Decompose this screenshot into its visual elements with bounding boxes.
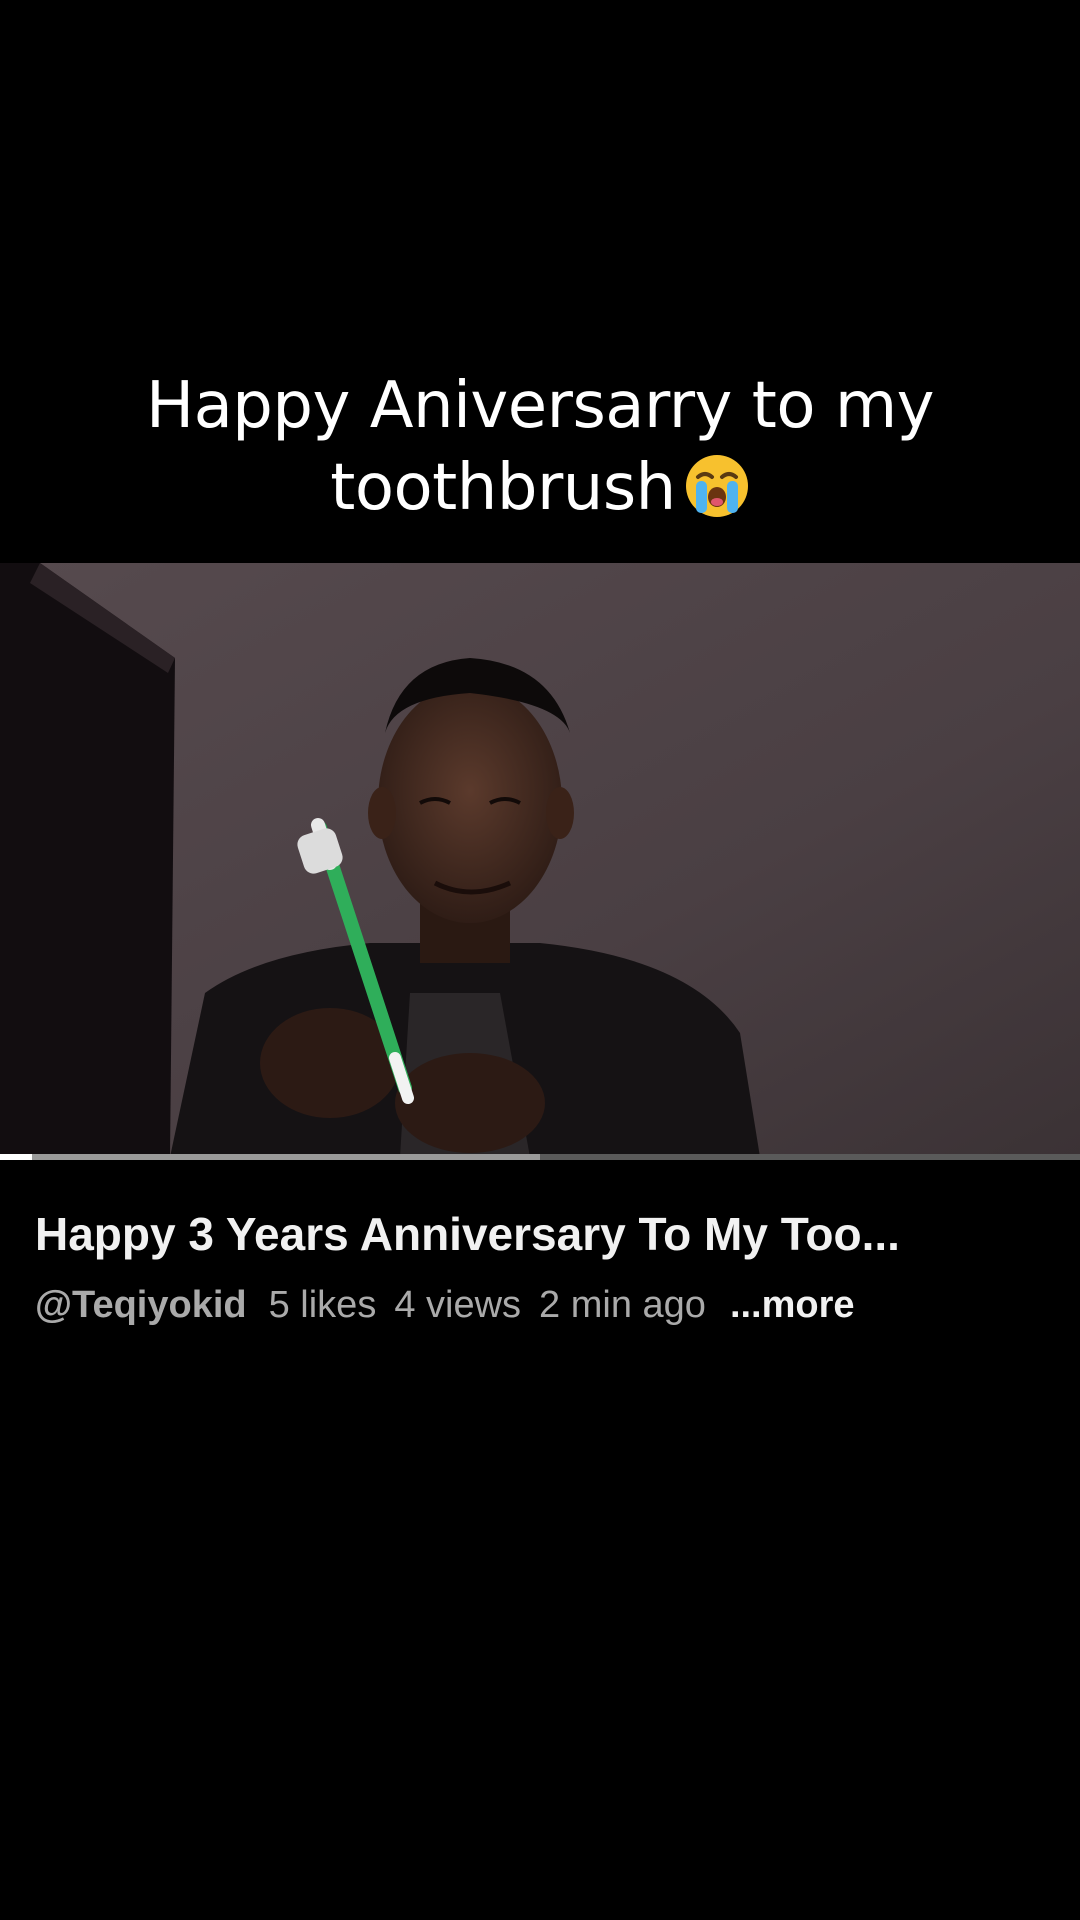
video-title[interactable]: Happy 3 Years Anniversary To My Too...: [35, 1205, 1045, 1263]
likes-count: 5 likes: [268, 1284, 377, 1326]
upload-time: 2 min ago: [539, 1284, 706, 1326]
video-progress-bar[interactable]: [0, 1154, 1080, 1160]
progress-buffered: [0, 1154, 540, 1160]
caption-line-2: toothbrush: [0, 447, 1080, 529]
progress-played: [0, 1154, 33, 1160]
video-caption: Happy Aniversarry to my toothbrush: [0, 365, 1080, 529]
video-player[interactable]: [0, 563, 1080, 1157]
caption-line-2-text: toothbrush: [330, 451, 676, 525]
caption-line-1: Happy Aniversarry to my: [145, 369, 935, 443]
views-count: 4 views: [394, 1284, 522, 1326]
more-button[interactable]: ...more: [730, 1284, 855, 1326]
loudly-crying-face-icon: [684, 453, 750, 519]
channel-handle[interactable]: @Teqiyokid: [35, 1284, 247, 1326]
video-frame: [0, 563, 1080, 1157]
video-meta-row: @Teqiyokid 5 likes 4 views 2 min ago ...more: [35, 1280, 1045, 1330]
